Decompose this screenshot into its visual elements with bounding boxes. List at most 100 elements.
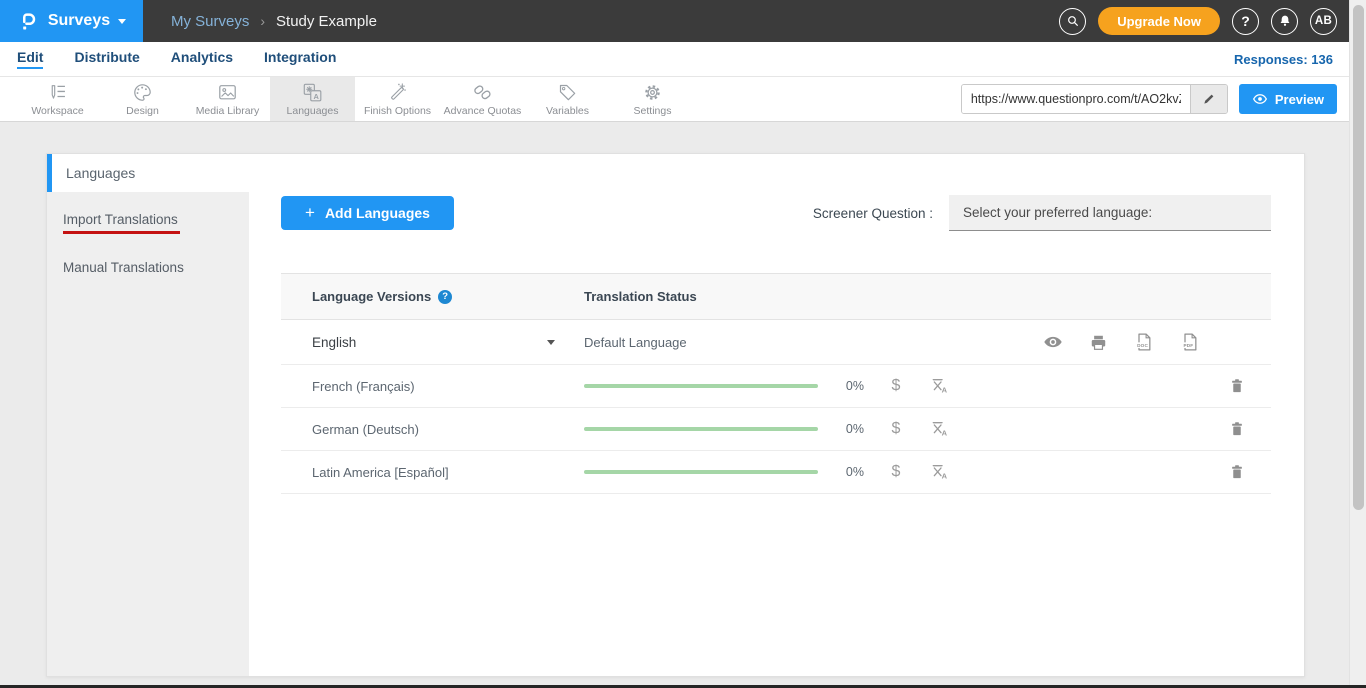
table-row-default-language: English Default Language xyxy=(281,320,1271,365)
language-name: German (Deutsch) xyxy=(281,422,584,437)
delete-language-button[interactable] xyxy=(1228,420,1246,438)
questionpro-logo-icon xyxy=(17,10,40,33)
default-language-status: Default Language xyxy=(584,335,687,350)
notifications-button[interactable] xyxy=(1271,8,1298,35)
avatar-initials: AB xyxy=(1315,15,1332,27)
chevron-down-icon xyxy=(118,19,126,24)
preview-button[interactable]: Preview xyxy=(1239,84,1337,114)
tab-integration[interactable]: Integration xyxy=(264,49,336,69)
upgrade-now-button[interactable]: Upgrade Now xyxy=(1098,7,1220,35)
screener-question-label: Screener Question : xyxy=(813,206,933,221)
tag-icon xyxy=(557,82,578,103)
translation-percent: 0% xyxy=(818,422,864,436)
language-name: Latin America [Español] xyxy=(281,465,584,480)
screener-question-select[interactable]: Select your preferred language: xyxy=(949,195,1271,231)
delete-language-button[interactable] xyxy=(1228,463,1246,481)
add-languages-button[interactable]: + Add Languages xyxy=(281,196,454,230)
edit-url-button[interactable] xyxy=(1190,85,1227,113)
eye-icon xyxy=(1252,91,1268,107)
surveys-product-menu[interactable]: Surveys xyxy=(0,0,143,42)
preview-eye-icon[interactable] xyxy=(1043,332,1063,352)
toolbar-right: Preview xyxy=(961,77,1366,121)
help-icon[interactable]: ? xyxy=(438,290,452,304)
toolbar-item-advance-quotas[interactable]: Advance Quotas xyxy=(440,77,525,121)
chain-links-icon xyxy=(472,82,493,103)
page-body: Languages Import Translations Manual Tra… xyxy=(0,122,1366,688)
auto-translate-icon[interactable] xyxy=(922,376,958,396)
sidebar-items: Import Translations Manual Translations xyxy=(47,192,249,676)
avatar[interactable]: AB xyxy=(1310,8,1337,35)
scrollbar-thumb[interactable] xyxy=(1353,5,1364,510)
default-row-actions xyxy=(1043,332,1200,352)
product-name: Surveys xyxy=(48,12,110,30)
tab-analytics[interactable]: Analytics xyxy=(171,49,233,69)
language-name: French (Français) xyxy=(281,379,584,394)
tab-edit[interactable]: Edit xyxy=(17,49,43,69)
search-icon xyxy=(1065,13,1081,29)
doc-export-icon[interactable] xyxy=(1134,332,1154,352)
sidebar-item-manual-translations[interactable]: Manual Translations xyxy=(47,247,249,288)
paid-translation-icon[interactable]: $ xyxy=(878,463,914,481)
languages-sidebar: Languages Import Translations Manual Tra… xyxy=(47,154,249,676)
sidebar-header-languages: Languages xyxy=(47,154,249,192)
translation-progress-bar xyxy=(584,470,818,474)
default-language-dropdown[interactable]: English xyxy=(281,335,584,350)
help-button[interactable]: ? xyxy=(1232,8,1259,35)
toolbar-item-finish-options[interactable]: Finish Options xyxy=(355,77,440,121)
screener-question-group: Screener Question : Select your preferre… xyxy=(813,195,1271,231)
translation-percent: 0% xyxy=(818,465,864,479)
content-top-row: + Add Languages Screener Question : Sele… xyxy=(281,195,1271,231)
survey-url-input[interactable] xyxy=(962,85,1190,113)
breadcrumb-my-surveys[interactable]: My Surveys xyxy=(171,13,249,30)
pencil-icon xyxy=(1202,92,1216,106)
auto-translate-icon[interactable] xyxy=(922,462,958,482)
top-bar: Surveys My Surveys › Study Example Upgra… xyxy=(0,0,1366,42)
delete-language-button[interactable] xyxy=(1228,377,1246,395)
plus-icon: + xyxy=(305,203,315,223)
paid-translation-icon[interactable]: $ xyxy=(878,377,914,395)
survey-section-tabs: Edit Distribute Analytics Integration Re… xyxy=(0,42,1366,77)
paid-translation-icon[interactable]: $ xyxy=(878,420,914,438)
toolbar-item-media-library[interactable]: Media Library xyxy=(185,77,270,121)
survey-url-box xyxy=(961,84,1228,114)
translation-percent: 0% xyxy=(818,379,864,393)
toolbar-item-languages[interactable]: Languages xyxy=(270,77,355,121)
search-button[interactable] xyxy=(1059,8,1086,35)
responses-count[interactable]: Responses: 136 xyxy=(1234,52,1366,67)
sidebar-item-import-translations[interactable]: Import Translations xyxy=(47,199,249,247)
trash-icon xyxy=(1228,463,1246,481)
languages-card: Languages Import Translations Manual Tra… xyxy=(46,153,1305,677)
toolbar-item-variables[interactable]: Variables xyxy=(525,77,610,121)
table-header-row: Language Versions ? Translation Status xyxy=(281,274,1271,320)
vertical-scrollbar xyxy=(1349,0,1366,688)
toolbar-item-settings[interactable]: Settings xyxy=(610,77,695,121)
image-icon xyxy=(217,82,238,103)
languages-content: + Add Languages Screener Question : Sele… xyxy=(249,154,1304,676)
translation-progress-bar xyxy=(584,427,818,431)
chevron-down-icon xyxy=(547,340,555,345)
table-row-language: German (Deutsch) 0% $ xyxy=(281,408,1271,451)
workspace-icon xyxy=(47,82,68,103)
table-row-language: Latin America [Español] 0% $ xyxy=(281,451,1271,494)
bell-icon xyxy=(1277,13,1293,29)
tab-distribute[interactable]: Distribute xyxy=(74,49,139,69)
question-mark-icon: ? xyxy=(1241,13,1250,29)
translation-progress-bar xyxy=(584,384,818,388)
table-row-language: French (Français) 0% $ xyxy=(281,365,1271,408)
language-versions-table: Language Versions ? Translation Status E… xyxy=(281,273,1271,494)
auto-translate-icon[interactable] xyxy=(922,419,958,439)
gear-icon xyxy=(642,82,663,103)
pdf-export-icon[interactable] xyxy=(1180,332,1200,352)
column-header-translation-status: Translation Status xyxy=(584,289,697,304)
edit-toolbar: Workspace Design Media Library Languages… xyxy=(0,77,1366,122)
toolbar-item-workspace[interactable]: Workspace xyxy=(15,77,100,121)
toolbar-item-design[interactable]: Design xyxy=(100,77,185,121)
print-icon[interactable] xyxy=(1089,333,1108,352)
topbar-actions: Upgrade Now ? AB xyxy=(1059,7,1366,35)
app-window: Surveys My Surveys › Study Example Upgra… xyxy=(0,0,1366,688)
translate-boxes-icon xyxy=(302,82,323,103)
breadcrumb-separator: › xyxy=(260,13,265,29)
trash-icon xyxy=(1228,377,1246,395)
column-header-language-versions: Language Versions ? xyxy=(281,289,584,304)
magic-wand-icon xyxy=(387,82,408,103)
